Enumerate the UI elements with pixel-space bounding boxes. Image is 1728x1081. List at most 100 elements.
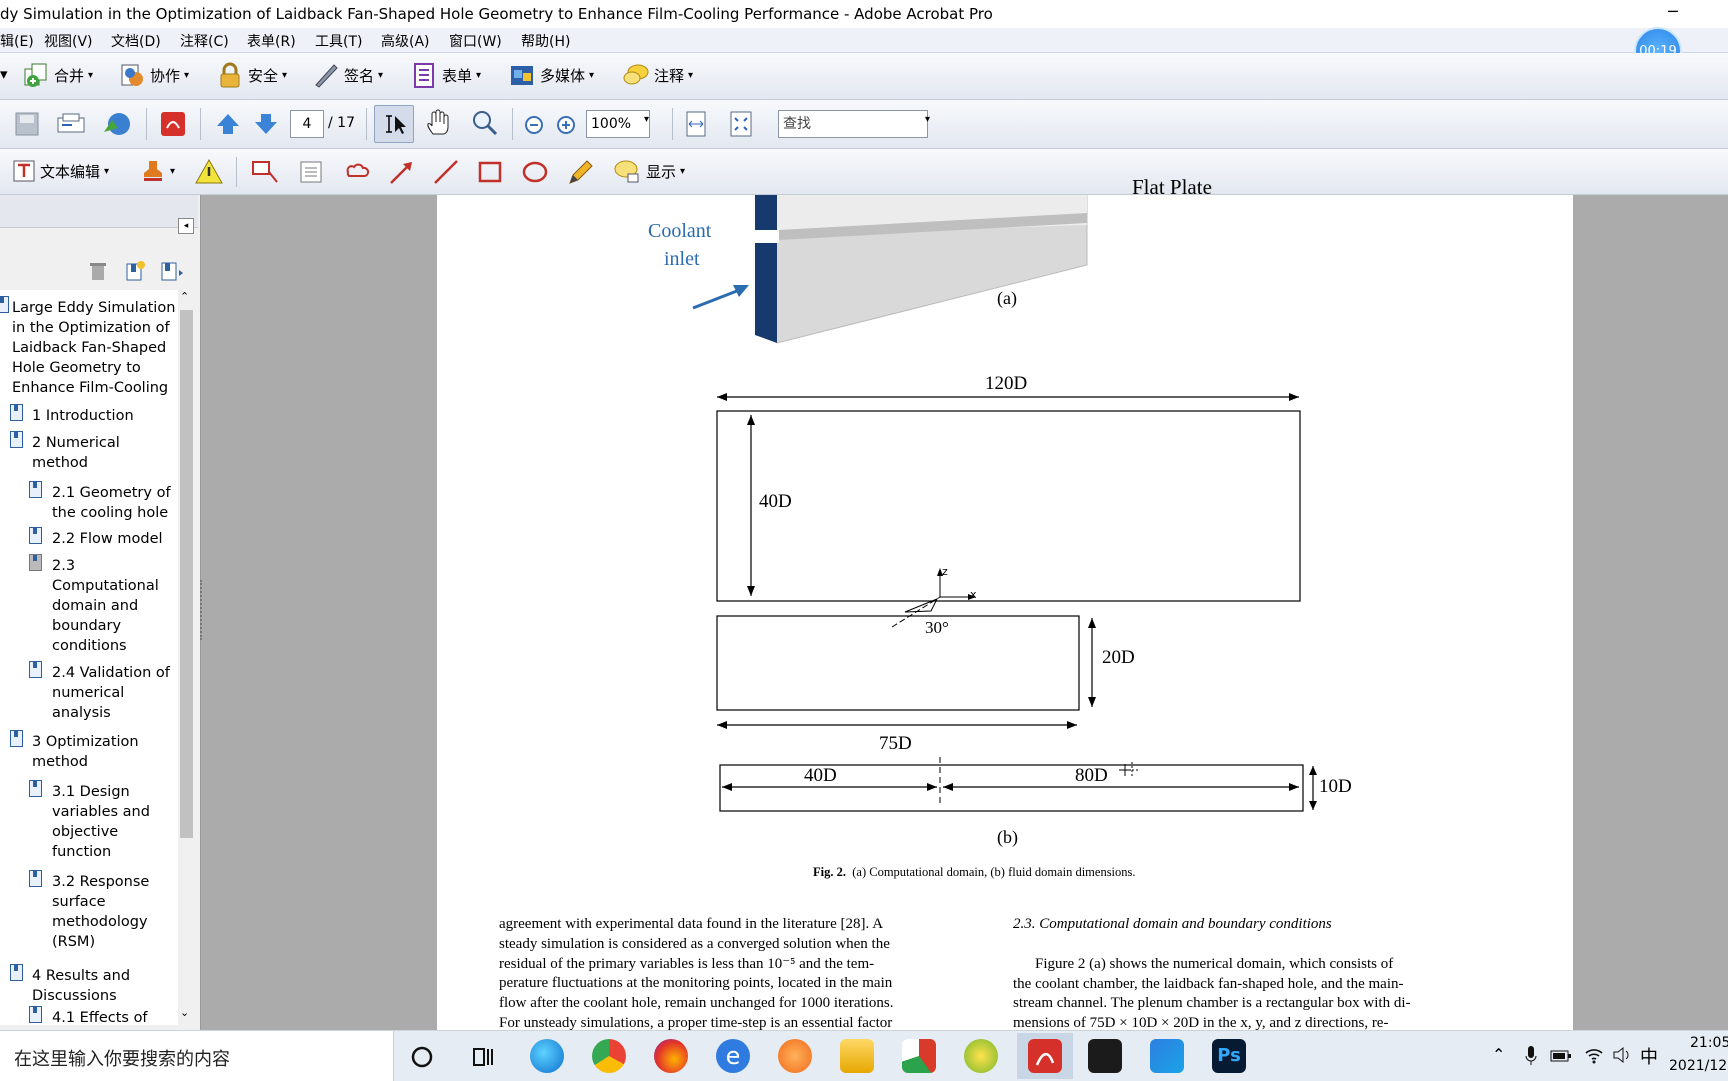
task-view-icon[interactable] <box>472 1045 496 1069</box>
scroll-up-icon[interactable]: ⌃ <box>180 290 189 303</box>
highlight-text-icon[interactable] <box>194 157 224 185</box>
photoshop-icon[interactable]: Ps <box>1212 1039 1246 1073</box>
menu-help[interactable]: 帮助(H) <box>521 31 570 51</box>
find-input[interactable]: 查找 <box>778 110 928 138</box>
select-tool-button[interactable] <box>374 105 414 143</box>
firefox-icon[interactable] <box>654 1039 688 1073</box>
menu-document[interactable]: 文档(D) <box>111 31 161 51</box>
merge-icon <box>24 63 47 87</box>
zoom-marquee-icon[interactable] <box>470 108 500 138</box>
multimedia-button[interactable]: 多媒体 ▾ <box>508 61 594 89</box>
new-bookmark-icon[interactable] <box>124 260 146 282</box>
line-tool-icon[interactable] <box>432 158 460 186</box>
menu-view[interactable]: 视图(V) <box>44 31 93 51</box>
collaborate-button[interactable]: 协作 ▾ <box>118 61 189 89</box>
document-page: Flat Plate Coolant inlet (a) 120D 40D z … <box>437 175 1573 1031</box>
delete-bookmark-icon[interactable] <box>88 260 108 282</box>
bookmark-item[interactable]: 3 Optimization method <box>32 732 142 772</box>
clock-date[interactable]: 2021/12 <box>1669 1058 1727 1074</box>
edge-icon[interactable] <box>530 1039 564 1073</box>
fit-page-icon[interactable] <box>728 110 754 138</box>
microphone-icon[interactable] <box>1524 1045 1538 1067</box>
terminal-icon[interactable] <box>1088 1039 1122 1073</box>
volume-icon[interactable] <box>1612 1045 1634 1065</box>
bookmark-item-current[interactable]: 2.3 Computational domain and boundary co… <box>52 556 160 656</box>
menu-comment[interactable]: 注释(C) <box>180 31 229 51</box>
subfigure-b-label: (b) <box>997 827 1018 847</box>
zoom-level-input[interactable]: 100% <box>586 110 650 138</box>
collapse-pane-button[interactable]: ◂ <box>178 218 194 234</box>
oval-tool-icon[interactable] <box>521 158 549 186</box>
bookmark-icon <box>29 780 42 797</box>
bookmark-item[interactable]: 1 Introduction <box>32 406 172 426</box>
menu-advanced[interactable]: 高级(A) <box>381 31 430 51</box>
bookmark-item[interactable]: 4.1 Effects of <box>52 1008 176 1025</box>
bookmark-item[interactable]: 2 Numerical method <box>32 433 132 473</box>
menu-forms[interactable]: 表单(R) <box>247 31 296 51</box>
page-number-input[interactable]: 4 <box>290 110 324 138</box>
app-icon-yellow[interactable] <box>964 1039 998 1073</box>
bookmark-item[interactable]: 4 Results and Discussions <box>32 966 152 1006</box>
dim-40d: 40D <box>759 491 792 512</box>
bookmark-scrollbar[interactable]: ⌃ ⌄ <box>178 290 195 1025</box>
bookmark-item[interactable]: 3.2 Response surface methodology (RSM) <box>52 872 162 952</box>
save-icon[interactable] <box>14 111 42 137</box>
scroll-thumb[interactable] <box>180 310 193 838</box>
battery-icon[interactable] <box>1550 1049 1572 1063</box>
stamp-button[interactable]: ▾ <box>140 159 175 183</box>
pane-splitter[interactable] <box>200 580 207 640</box>
bookmark-item[interactable]: 2.4 Validation of numerical analysis <box>52 663 176 723</box>
figure-2 <box>692 195 1317 812</box>
pencil-tool-icon[interactable] <box>566 157 596 187</box>
chrome-icon[interactable] <box>592 1039 626 1073</box>
text-box-icon[interactable] <box>298 159 324 185</box>
menu-window[interactable]: 窗口(W) <box>449 31 502 51</box>
sign-button[interactable]: 签名 ▾ <box>312 61 383 89</box>
bookmark-item[interactable]: 2.2 Flow model <box>52 529 176 549</box>
cloud-icon[interactable] <box>342 160 372 184</box>
ime-indicator[interactable]: 中 <box>1640 1043 1658 1069</box>
app-icon-red-green[interactable] <box>902 1039 936 1073</box>
zoom-out-icon[interactable] <box>524 115 544 135</box>
tray-expand-icon[interactable]: ⌃ <box>1492 1045 1505 1064</box>
scroll-down-icon[interactable]: ⌄ <box>180 1006 189 1019</box>
fit-width-icon[interactable] <box>684 110 708 138</box>
acrobat-taskbar-icon[interactable] <box>1028 1039 1062 1073</box>
bookmark-item[interactable]: Large Eddy Simulation in the Optimizatio… <box>12 298 176 398</box>
comment-button[interactable]: 注释 ▾ <box>622 61 693 89</box>
callout-icon[interactable] <box>250 158 280 186</box>
share-web-icon[interactable] <box>100 110 132 138</box>
vscode-like-icon[interactable] <box>1150 1039 1184 1073</box>
forms-button[interactable]: 表单 ▾ <box>410 61 481 89</box>
zoom-dropdown-arrow[interactable]: ▾ <box>644 114 649 125</box>
browser-orange-icon[interactable] <box>778 1039 812 1073</box>
zoom-in-icon[interactable] <box>556 115 576 135</box>
security-button[interactable]: 安全 ▾ <box>216 61 287 89</box>
hand-tool-icon[interactable] <box>424 108 454 138</box>
previous-page-icon[interactable] <box>215 112 241 136</box>
cortana-icon[interactable] <box>410 1045 434 1069</box>
navigation-pane-header: ◂ <box>0 195 198 234</box>
bookmark-item[interactable]: 2.1 Geometry of the cooling hole <box>52 483 176 523</box>
wifi-icon[interactable] <box>1584 1045 1604 1065</box>
arrow-tool-icon[interactable] <box>388 158 416 186</box>
taskbar-search-box[interactable]: 在这里输入你要搜索的内容 <box>0 1031 394 1081</box>
minimize-button[interactable]: ─ <box>1668 2 1678 21</box>
file-explorer-icon[interactable] <box>840 1039 874 1073</box>
text-edit-button[interactable]: 文本编辑 ▾ <box>12 159 109 183</box>
next-page-icon[interactable] <box>253 112 279 136</box>
merge-button[interactable]: 合并 ▾ <box>22 61 93 89</box>
find-dropdown-arrow[interactable]: ▾ <box>925 114 930 125</box>
print-icon[interactable] <box>56 112 86 136</box>
body-text-right: 2.3. Computational domain and boundary c… <box>1013 915 1493 1034</box>
bookmark-item[interactable]: 3.1 Design variables and objective funct… <box>52 782 158 862</box>
bookmark-options-icon[interactable] <box>160 260 186 282</box>
menu-tools[interactable]: 工具(T) <box>315 31 362 51</box>
show-button[interactable]: 显示 ▾ <box>612 158 685 184</box>
dropdown-arrow[interactable]: ▾ <box>0 65 8 83</box>
acrobat-red-icon[interactable] <box>159 110 187 138</box>
clock-time[interactable]: 21:05 <box>1690 1035 1728 1051</box>
menu-edit[interactable]: 辑(E) <box>0 31 34 51</box>
rectangle-tool-icon[interactable] <box>476 158 504 186</box>
ie-icon[interactable]: e <box>716 1039 750 1073</box>
